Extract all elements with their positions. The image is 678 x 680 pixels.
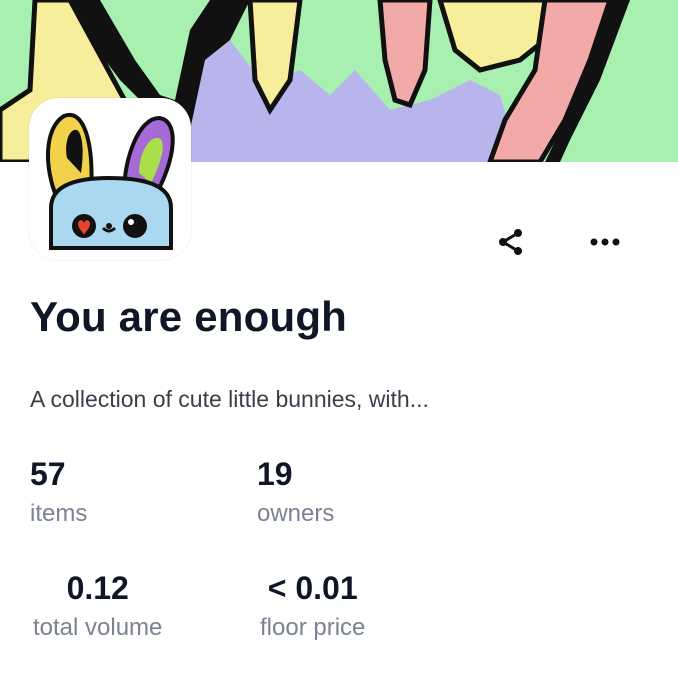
stat-items-value: 57 <box>30 456 66 492</box>
more-options-button[interactable] <box>585 222 625 262</box>
share-button[interactable] <box>491 222 531 262</box>
stat-floor-price-value: < 0.01 <box>267 570 358 606</box>
stat-owners-label: owners <box>257 500 335 527</box>
stat-total-volume[interactable]: 0.12 total volume <box>33 572 162 640</box>
stat-floor-price[interactable]: < 0.01 floor price <box>260 572 365 640</box>
stat-owners[interactable]: 19 owners <box>257 458 334 526</box>
collection-title: You are enough <box>30 293 348 340</box>
collection-description[interactable]: A collection of cute little bunnies, wit… <box>30 386 429 413</box>
stat-total-volume-value: 0.12 <box>66 570 129 606</box>
more-horizontal-icon <box>590 238 620 246</box>
collection-avatar[interactable] <box>29 98 191 260</box>
bunny-icon <box>46 112 175 250</box>
stat-owners-value: 19 <box>257 456 293 492</box>
stat-total-volume-label: total volume <box>33 614 163 641</box>
stat-items[interactable]: 57 items <box>30 458 87 526</box>
share-icon <box>499 229 522 255</box>
stat-items-label: items <box>30 500 88 527</box>
stat-floor-price-label: floor price <box>260 614 366 641</box>
